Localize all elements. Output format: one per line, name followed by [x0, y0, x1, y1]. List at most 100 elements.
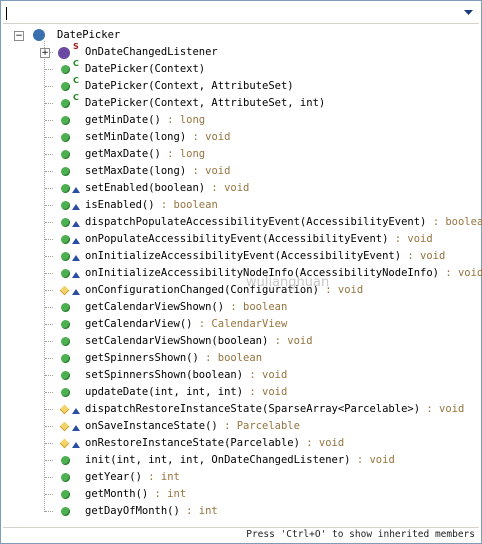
outline-member-item[interactable]: onSaveInstanceState() : Parcelable: [85, 418, 300, 435]
member-signature: onPopulateAccessibilityEvent(Accessibili…: [85, 233, 389, 245]
outline-member-item[interactable]: init(int, int, int, OnDateChangedListene…: [85, 452, 395, 469]
member-return-type: : void: [388, 233, 433, 245]
outline-member-item[interactable]: DatePicker(Context, AttributeSet, int): [85, 95, 325, 112]
outline-member-item[interactable]: setEnabled(boolean) : void: [85, 180, 249, 197]
outline-member-item[interactable]: updateDate(int, int, int) : void: [85, 384, 287, 401]
tree-connector: [45, 494, 53, 495]
protected-method-icon: [59, 438, 70, 449]
outline-member-item[interactable]: getYear() : int: [85, 469, 180, 486]
outline-tree: − DatePicker + S OnDateChangedListener C Dat…: [1, 27, 482, 527]
text-cursor: [6, 7, 7, 20]
outline-member-item[interactable]: DatePicker(Context): [85, 61, 205, 78]
member-signature: dispatchPopulateAccessibilityEvent(Acces…: [85, 216, 427, 228]
constructor-badge-icon: C: [73, 76, 79, 85]
outline-member-item[interactable]: setMaxDate(long) : void: [85, 163, 230, 180]
tree-connector: [45, 290, 53, 291]
member-signature: getMaxDate(): [85, 148, 161, 160]
tree-connector: [45, 392, 53, 393]
member-signature: OnDateChangedListener: [85, 46, 218, 58]
outline-member-item[interactable]: onRestoreInstanceState(Parcelable) : voi…: [85, 435, 344, 452]
outline-member-item[interactable]: getMinDate() : long: [85, 112, 205, 129]
outline-member-item[interactable]: getDayOfMonth() : int: [85, 503, 218, 520]
member-return-type: : CalendarView: [192, 318, 288, 330]
member-signature: onInitializeAccessibilityEvent(Accessibi…: [85, 250, 402, 262]
interface-icon: [58, 47, 70, 59]
member-signature: getSpinnersShown(): [85, 352, 199, 364]
member-return-type: : void: [350, 454, 395, 466]
outline-member-item[interactable]: onPopulateAccessibilityEvent(Accessibili…: [85, 231, 433, 248]
constructor-badge-icon: C: [73, 93, 79, 102]
tree-root-class[interactable]: DatePicker: [57, 27, 120, 44]
public-method-icon: [61, 320, 70, 329]
member-return-type: : Parcelable: [217, 420, 300, 432]
outline-member-item[interactable]: setCalendarViewShown(boolean) : void: [85, 333, 313, 350]
member-return-type: : boolean: [224, 301, 288, 313]
outline-member-item[interactable]: getMonth() : int: [85, 486, 186, 503]
member-return-type: : void: [299, 437, 345, 449]
outline-member-item[interactable]: getMaxDate() : long: [85, 146, 205, 163]
member-signature: onSaveInstanceState(): [85, 420, 218, 432]
member-signature: onRestoreInstanceState(Parcelable): [85, 437, 300, 449]
constructor-icon: [61, 82, 70, 91]
public-method-icon: [61, 252, 70, 261]
member-signature: DatePicker(Context): [85, 63, 206, 75]
outline-member-item[interactable]: getCalendarViewShown() : boolean: [85, 299, 287, 316]
tree-connector: [45, 154, 53, 155]
tree-connector: [45, 188, 53, 189]
outline-member-item[interactable]: setSpinnersShown(boolean) : void: [85, 367, 287, 384]
tree-connector: [45, 239, 53, 240]
tree-connector: [45, 171, 53, 172]
member-signature: setEnabled(boolean): [85, 182, 206, 194]
outline-member-item[interactable]: onInitializeAccessibilityEvent(Accessibi…: [85, 248, 445, 265]
tree-connector: [45, 86, 53, 87]
public-method-icon: [61, 150, 70, 159]
member-signature: DatePicker(Context, AttributeSet): [85, 80, 294, 92]
member-return-type: : void: [420, 403, 465, 415]
member-signature: dispatchRestoreInstanceState(SparseArray…: [85, 403, 421, 415]
override-triangle-icon: [72, 289, 80, 295]
outline-member-item[interactable]: isEnabled() : boolean: [85, 197, 218, 214]
tree-connector: [45, 137, 53, 138]
outline-member-item[interactable]: dispatchRestoreInstanceState(SparseArray…: [85, 401, 464, 418]
member-return-type: : boolean: [198, 352, 263, 364]
class-icon: [33, 29, 45, 41]
tree-connector: [45, 324, 53, 325]
member-return-type: : boolean: [432, 216, 482, 228]
tree-connector: [45, 69, 53, 70]
expand-toggle-icon[interactable]: +: [40, 48, 50, 58]
tree-connector: [45, 222, 53, 223]
tree-connector: [45, 205, 53, 206]
member-signature: getDayOfMonth(): [85, 505, 180, 517]
public-method-icon: [61, 218, 70, 227]
outline-member-item[interactable]: getSpinnersShown() : boolean: [85, 350, 262, 367]
public-method-icon: [61, 303, 70, 312]
outline-member-item[interactable]: DatePicker(Context, AttributeSet): [85, 78, 294, 95]
collapse-toggle-icon[interactable]: −: [14, 31, 24, 41]
outline-member-item[interactable]: dispatchPopulateAccessibilityEvent(Acces…: [85, 214, 482, 231]
tree-connector: [45, 358, 53, 359]
tree-connector: [45, 460, 53, 461]
tree-connector: [45, 273, 53, 274]
override-triangle-icon: [72, 204, 80, 210]
override-triangle-icon: [72, 221, 80, 227]
root-class-label: DatePicker: [57, 29, 121, 41]
override-triangle-icon: [72, 187, 80, 193]
outline-member-item[interactable]: OnDateChangedListener: [85, 44, 218, 61]
public-method-icon: [61, 167, 70, 176]
outline-member-item[interactable]: setMinDate(long) : void: [85, 129, 230, 146]
outline-member-item[interactable]: getCalendarView() : CalendarView: [85, 316, 287, 333]
static-badge-icon: S: [73, 42, 79, 51]
filter-input[interactable]: [3, 3, 479, 24]
protected-method-icon: [59, 285, 70, 296]
member-return-type: : boolean: [154, 199, 218, 211]
override-triangle-icon: [72, 425, 80, 431]
member-return-type: : int: [179, 505, 218, 517]
member-signature: getCalendarViewShown(): [85, 301, 225, 313]
public-method-icon: [61, 473, 70, 482]
public-method-icon: [61, 133, 70, 142]
view-menu-chevron-down-icon[interactable]: [464, 10, 473, 16]
member-signature: getYear(): [85, 471, 142, 483]
member-signature: setSpinnersShown(boolean): [85, 369, 244, 381]
public-method-icon: [61, 201, 70, 210]
override-triangle-icon: [72, 442, 80, 448]
